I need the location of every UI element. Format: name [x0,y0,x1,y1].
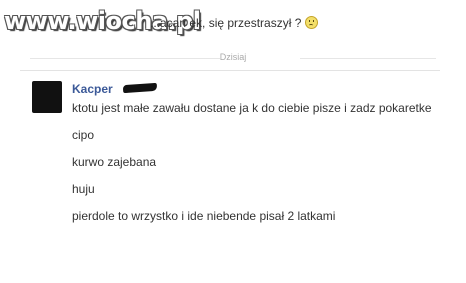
message-text: kurwo zajebana [72,155,157,169]
message-list: ktotu jest małe zawału dostane ja k do c… [72,101,442,236]
message-text: pierdole to wrzystko i ide niebende pisa… [72,209,336,223]
previous-message: ...acan ek, się przestraszył ? [150,16,319,30]
message-thread: Kacper ktotu jest małe zawału dostane ja… [20,70,440,223]
date-divider: Dzisiaj [30,52,436,64]
sender-name-link[interactable]: Kacper [72,82,113,96]
previous-message-text: ...acan ek, się przestraszył ? [150,16,302,30]
message-text: ktotu jest małe zawału dostane ja k do c… [72,101,432,115]
redaction-scribble [122,82,158,94]
avatar[interactable] [32,81,62,113]
message-text: huju [72,182,95,196]
frown-icon [305,16,319,29]
message-text: cipo [72,128,95,142]
date-divider-label: Dzisiaj [219,52,247,62]
divider-line-right [300,58,436,59]
